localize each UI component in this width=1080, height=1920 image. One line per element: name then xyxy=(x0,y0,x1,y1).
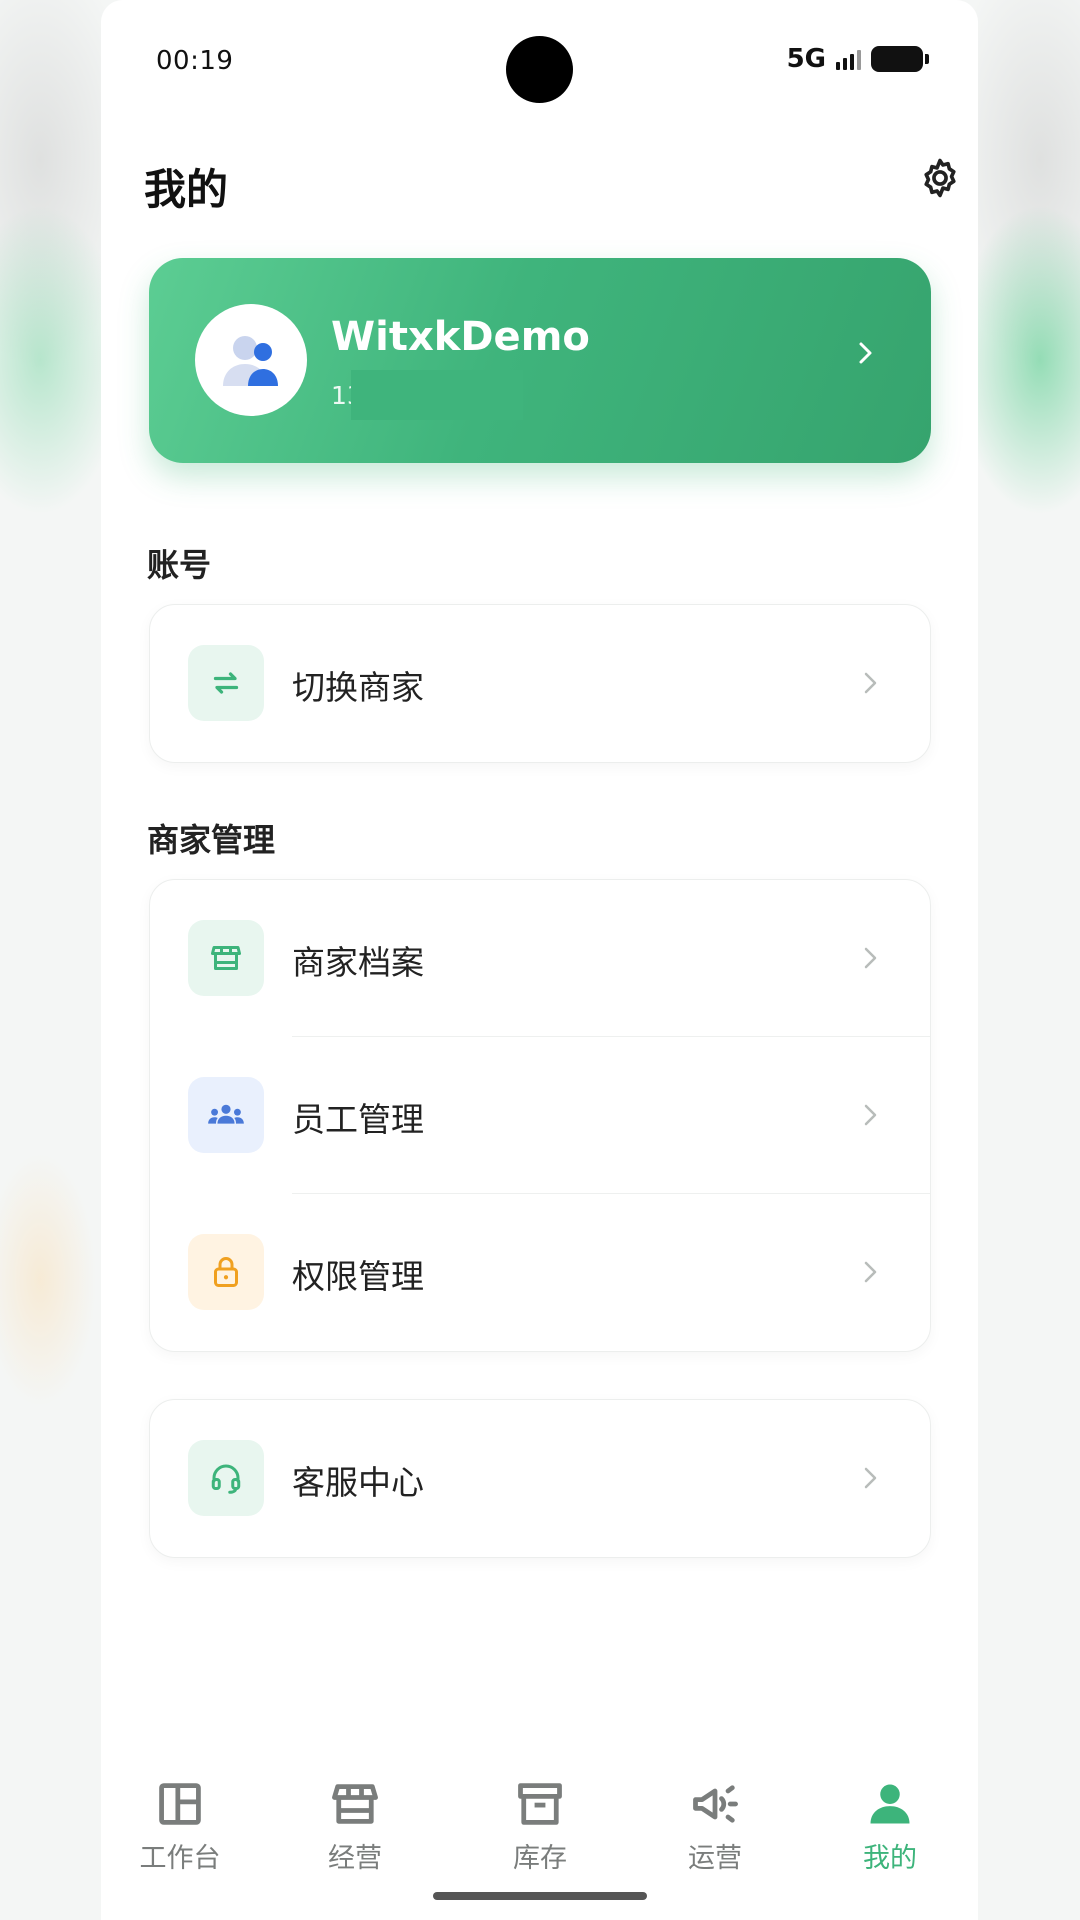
home-indicator[interactable] xyxy=(433,1892,647,1900)
support-card: 客服中心 xyxy=(149,1399,931,1558)
users-avatar-icon xyxy=(223,336,278,386)
archive-box-icon xyxy=(518,1783,562,1825)
merchant-management-card: 商家档案 员工管理 权限管理 xyxy=(149,879,931,1352)
account-card: 切换商家 xyxy=(149,604,931,763)
store-icon xyxy=(188,920,264,996)
row-label: 员工管理 xyxy=(292,1100,424,1139)
user-icon xyxy=(870,1784,910,1824)
chevron-right-icon xyxy=(864,1261,877,1283)
tab-mine[interactable]: 我的 xyxy=(815,1778,965,1875)
app-screen: 00:19 5G 我的 WitxkDemo 13 的商户 xyxy=(101,0,978,1920)
network-type: 5G xyxy=(786,44,826,74)
tab-operations[interactable]: 运营 xyxy=(640,1778,790,1875)
list-item-switch-merchant[interactable]: 切换商家 xyxy=(150,605,930,762)
avatar xyxy=(195,304,307,416)
tab-label: 工作台 xyxy=(139,1843,221,1874)
profile-name: WitxkDemo xyxy=(331,314,590,360)
store-icon xyxy=(332,1784,378,1824)
megaphone-icon xyxy=(693,1785,738,1823)
chevron-right-icon xyxy=(859,342,872,364)
tab-business[interactable]: 经营 xyxy=(280,1778,430,1875)
tab-workbench[interactable]: 工作台 xyxy=(105,1778,255,1875)
tab-label: 运营 xyxy=(688,1843,742,1874)
dashboard-icon xyxy=(159,1783,201,1825)
lock-icon xyxy=(188,1234,264,1310)
page-title: 我的 xyxy=(144,165,229,214)
redaction-mask xyxy=(351,370,523,420)
tab-inventory[interactable]: 库存 xyxy=(465,1778,615,1875)
section-title-account: 账号 xyxy=(147,546,212,584)
bottom-tab-bar: 工作台 经营 库存 运营 我的 xyxy=(101,1720,978,1920)
chevron-right-icon xyxy=(864,947,877,969)
camera-cutout xyxy=(506,36,573,103)
tab-label: 库存 xyxy=(513,1843,567,1874)
team-icon xyxy=(188,1077,264,1153)
row-label: 商家档案 xyxy=(292,943,424,982)
list-item-merchant-profile[interactable]: 商家档案 xyxy=(150,880,930,1037)
list-item-customer-service[interactable]: 客服中心 xyxy=(150,1400,930,1557)
gear-icon xyxy=(924,158,956,198)
status-indicators: 5G xyxy=(786,44,929,74)
list-item-staff-management[interactable]: 员工管理 xyxy=(150,1037,930,1194)
row-label: 客服中心 xyxy=(292,1463,424,1502)
chevron-right-icon xyxy=(864,672,877,694)
status-time: 00:19 xyxy=(156,46,234,76)
settings-button[interactable] xyxy=(916,154,964,202)
signal-icon xyxy=(836,48,861,70)
row-label: 权限管理 xyxy=(292,1257,424,1296)
section-title-merchant-management: 商家管理 xyxy=(147,821,276,859)
chevron-right-icon xyxy=(864,1467,877,1489)
chevron-right-icon xyxy=(864,1104,877,1126)
tab-label: 我的 xyxy=(863,1843,917,1874)
headset-icon xyxy=(188,1440,264,1516)
battery-icon xyxy=(871,46,929,72)
tab-label: 经营 xyxy=(328,1843,382,1874)
swap-arrows-icon xyxy=(188,645,264,721)
profile-card[interactable]: WitxkDemo 13 的商户 xyxy=(149,258,931,463)
list-item-permission-management[interactable]: 权限管理 xyxy=(150,1194,930,1351)
row-label: 切换商家 xyxy=(292,668,424,707)
